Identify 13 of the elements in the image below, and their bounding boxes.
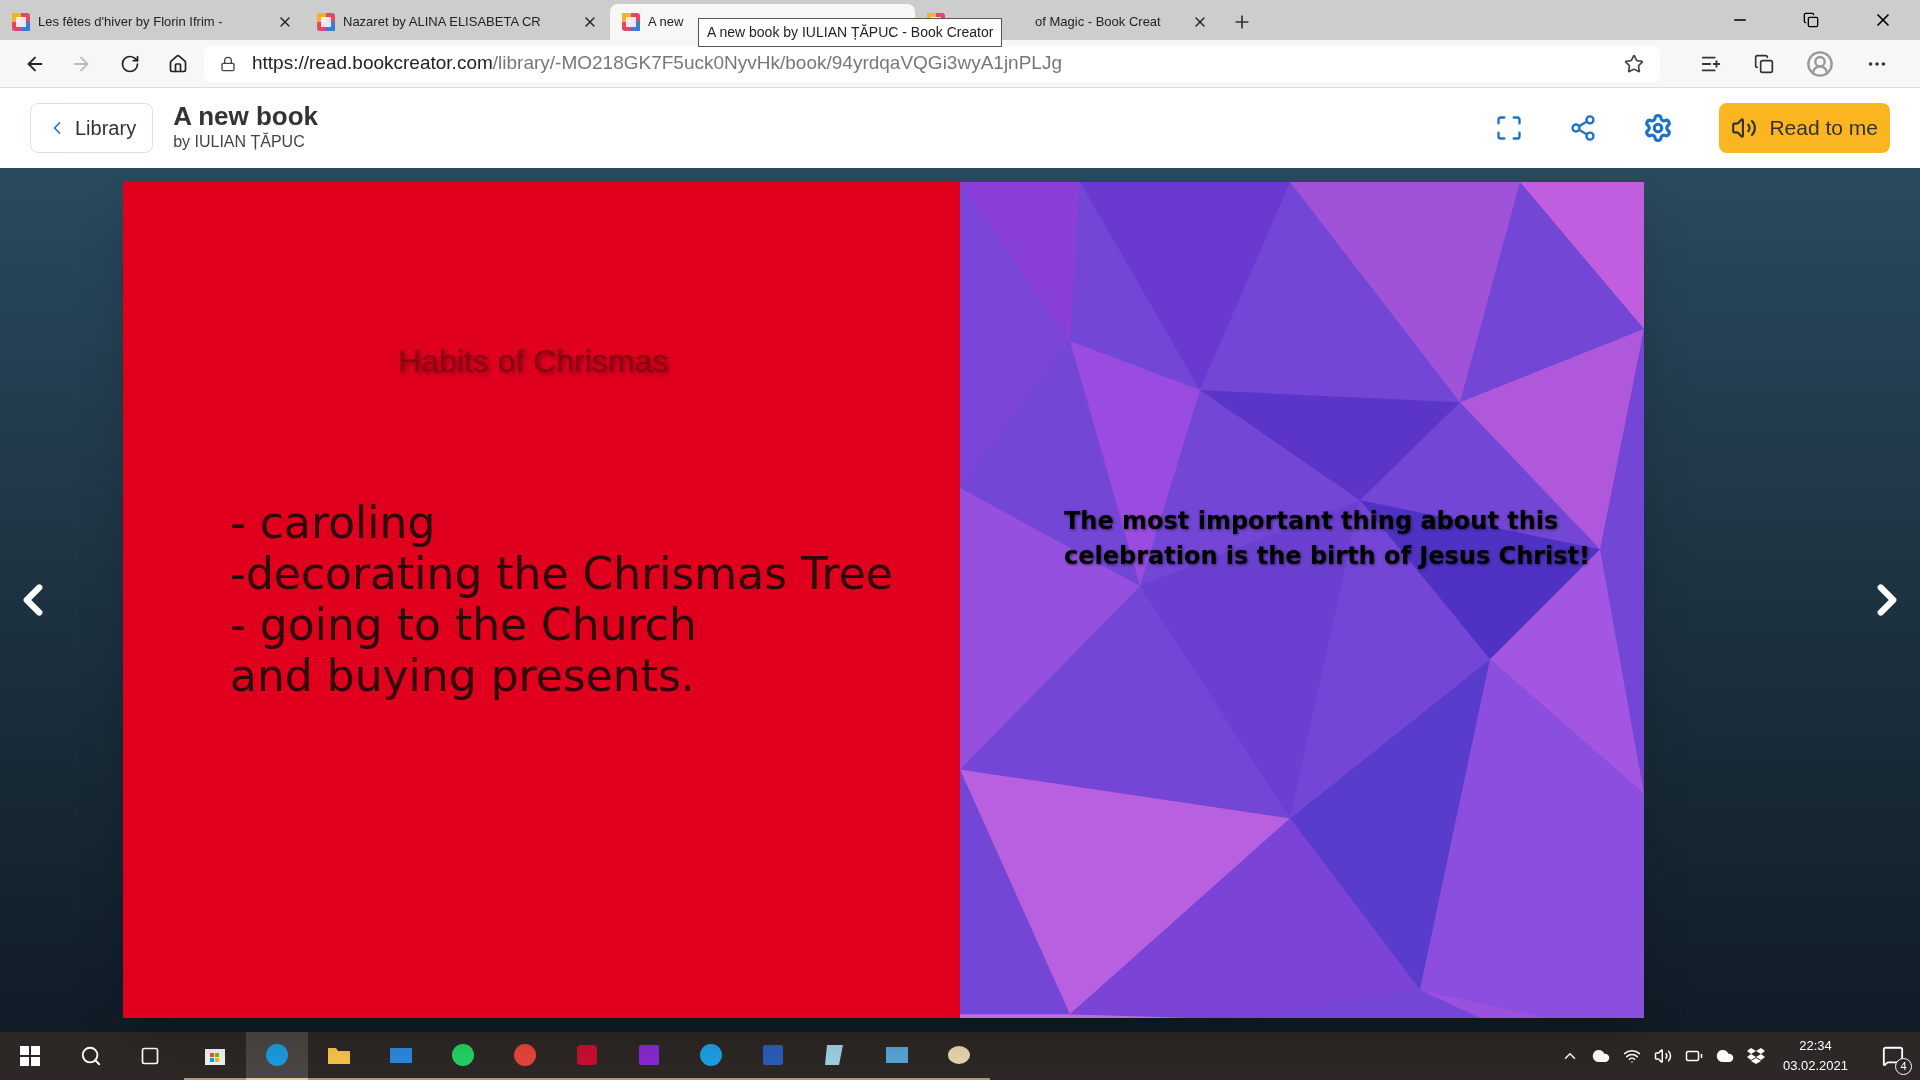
tab-title: Les fêtes d'hiver by Florin Ifrim - bbox=[38, 13, 223, 32]
book-author: by IULIAN ȚĂPUC bbox=[173, 131, 306, 152]
tab-title: A new bbox=[648, 13, 684, 32]
tab-title: Nazaret by ALINA ELISABETA CR bbox=[343, 13, 541, 32]
clock-time: 22:34 bbox=[1799, 1037, 1832, 1055]
page-text: The most important thing about this celebration is the birth of Jesus Christ! bbox=[1064, 506, 1592, 572]
url-text: https://read.bookcreator.com/library/-MO218GK7F5uck0NyvHk/book/94yrdqaVQGi3wyA1jnPLJg bbox=[252, 51, 1062, 76]
notification-count: 4 bbox=[1895, 1058, 1912, 1075]
habits-list: - caroling -decorating the Chrismas Tree - going to the Church and buying presents. bbox=[230, 497, 893, 701]
tooltip: A new book by IULIAN ȚĂPUC - Book Creator bbox=[698, 18, 1003, 47]
clock-date: 03.02.2021 bbox=[1782, 1057, 1848, 1075]
book-title: A new book bbox=[173, 102, 319, 130]
page-heading: Habits of Chrismas bbox=[398, 342, 669, 381]
